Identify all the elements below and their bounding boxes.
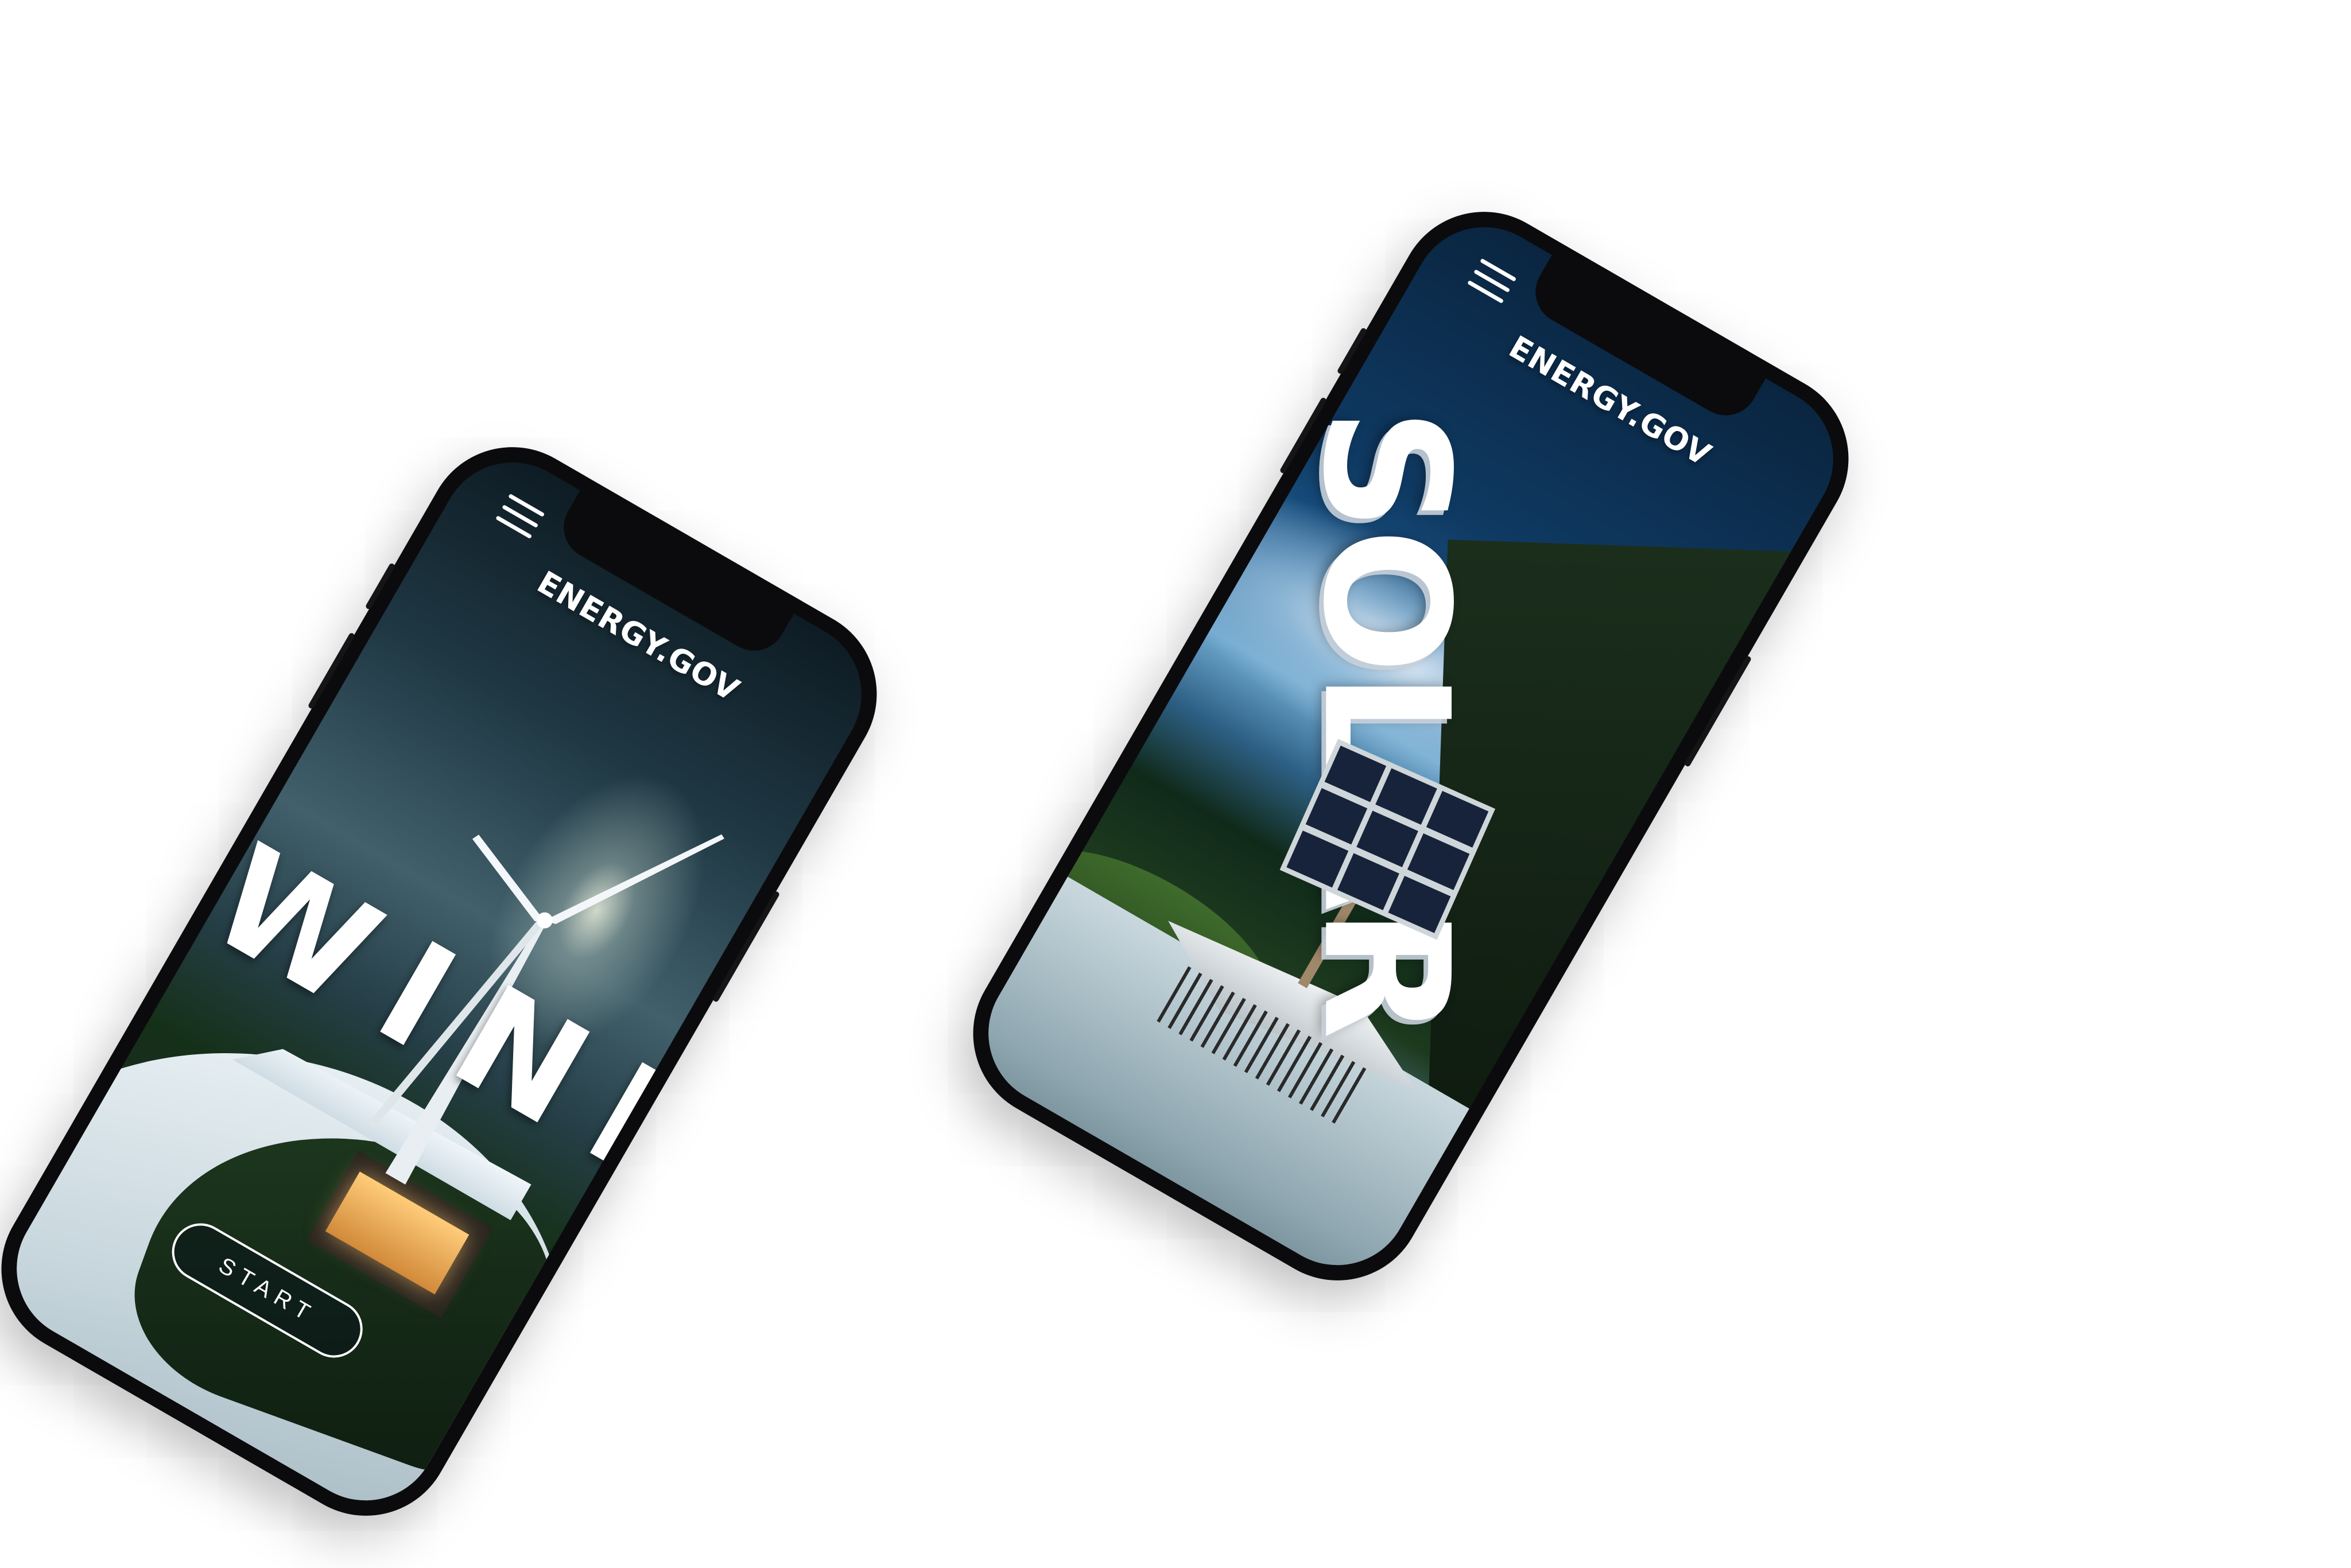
hamburger-menu-icon[interactable] xyxy=(495,492,546,540)
wind-screen: ENERGY.GOV WIND START xyxy=(0,436,888,1527)
mountain-slope-image xyxy=(1422,540,1860,1292)
mockup-stage: ENERGY.GOV WIND START ENERGY.GOV SOLAR xyxy=(0,0,2351,1568)
solar-screen: ENERGY.GOV SOLAR xyxy=(962,200,1860,1292)
phone-wind: ENERGY.GOV WIND START xyxy=(0,416,909,1547)
hamburger-menu-icon[interactable] xyxy=(1467,257,1518,305)
phone-solar: ENERGY.GOV SOLAR xyxy=(941,180,1880,1312)
hero-title-solar: SOLAR xyxy=(1285,407,1486,1037)
